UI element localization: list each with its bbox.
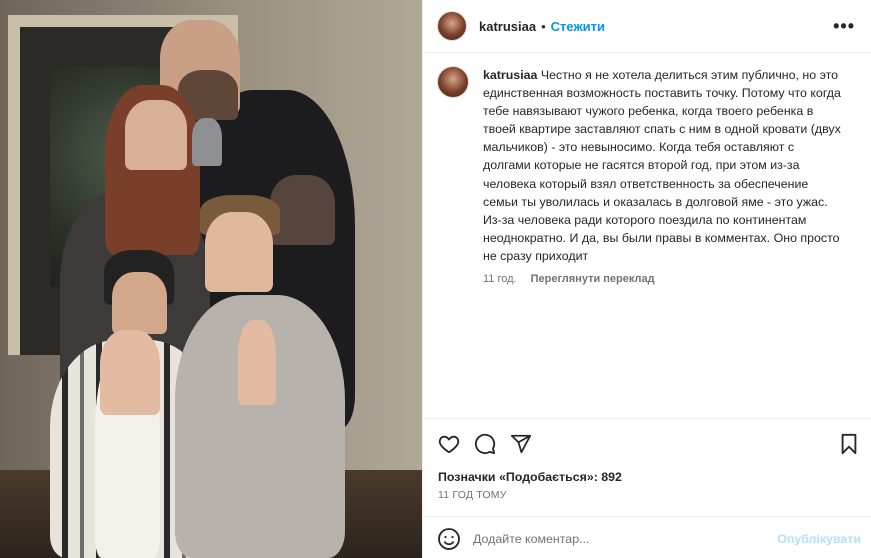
post-caption: katrusiaa Честно я не хотела делиться эт… (437, 66, 857, 285)
more-options-icon[interactable]: ••• (833, 16, 855, 37)
caption-text: katrusiaa Честно я не хотела делиться эт… (483, 66, 843, 265)
post-photo[interactable] (0, 0, 422, 558)
caption-age: 11 год. (483, 273, 517, 286)
comment-bar: Опублікувати (437, 524, 861, 554)
bookmark-icon[interactable] (837, 432, 861, 456)
caption-body: katrusiaa Честно я не хотела делиться эт… (483, 66, 843, 285)
caption-author-avatar[interactable] (437, 66, 469, 98)
heart-icon[interactable] (437, 432, 461, 456)
action-bar (437, 430, 861, 458)
instagram-post: katrusiaa • Стежити ••• katrusiaa Честно… (0, 0, 871, 558)
see-translation-button[interactable]: Переглянути переклад (531, 273, 655, 285)
author-username[interactable]: katrusiaa (479, 19, 536, 34)
smiley-icon[interactable] (437, 527, 461, 551)
separator-dot: • (541, 18, 546, 34)
photo-woman-face (125, 100, 187, 170)
photo-boy-left-face (112, 272, 167, 334)
photo-boy-right-face (205, 212, 273, 292)
likes-count[interactable]: Позначки «Подобається»: 892 (438, 470, 622, 484)
photo-phone (192, 118, 222, 166)
follow-button[interactable]: Стежити (551, 19, 605, 34)
publish-button[interactable]: Опублікувати (777, 532, 861, 546)
post-timestamp[interactable]: 11 ГОД ТОМУ (438, 489, 507, 501)
caption-username[interactable]: katrusiaa (483, 68, 537, 82)
share-icon[interactable] (509, 432, 533, 456)
comment-icon[interactable] (473, 432, 497, 456)
photo-hand (238, 320, 276, 405)
divider (423, 418, 871, 419)
photo-hand (100, 330, 160, 415)
post-header: katrusiaa • Стежити ••• (423, 0, 871, 53)
caption-content: Честно я не хотела делиться этим публичн… (483, 68, 841, 263)
author-avatar[interactable] (437, 11, 467, 41)
comment-input[interactable] (473, 532, 753, 546)
caption-meta: 11 год. Переглянути переклад (483, 273, 843, 285)
divider (423, 516, 871, 517)
post-side-panel: katrusiaa • Стежити ••• katrusiaa Честно… (422, 0, 871, 558)
